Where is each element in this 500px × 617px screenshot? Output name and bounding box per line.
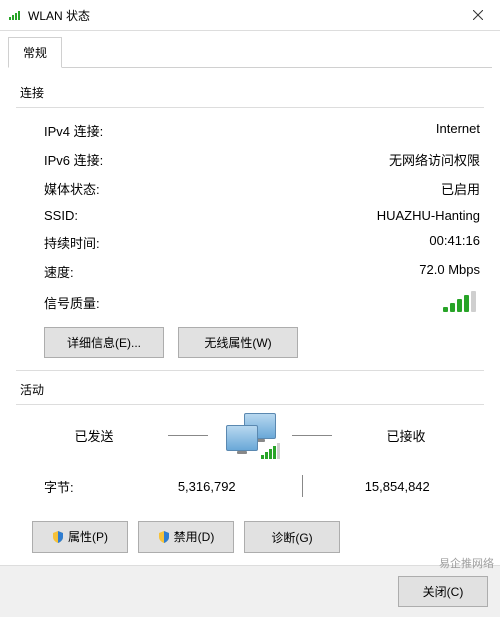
sent-label: 已发送	[34, 426, 154, 445]
signal-bars-icon	[443, 291, 476, 312]
divider	[16, 107, 484, 108]
activity-visual: 已发送 已接收	[16, 413, 484, 457]
bytes-row: 字节: 5,316,792 15,854,842	[16, 471, 484, 501]
divider	[168, 435, 208, 436]
titlebar: WLAN 状态	[0, 0, 500, 31]
speed-label: 速度:	[44, 262, 74, 281]
diagnose-button[interactable]: 诊断(G)	[244, 521, 340, 553]
shield-icon	[158, 531, 170, 546]
bytes-sent-value: 5,316,792	[124, 479, 290, 494]
disable-button-label: 禁用(D)	[174, 530, 215, 544]
wifi-icon	[8, 8, 22, 22]
dialog-footer: 关闭(C)	[0, 565, 500, 617]
tab-strip: 常规	[0, 31, 500, 68]
signal-label: 信号质量:	[44, 293, 100, 312]
ipv6-value: 无网络访问权限	[389, 150, 480, 169]
media-label: 媒体状态:	[44, 179, 100, 198]
network-computers-icon	[222, 413, 278, 457]
watermark-text: 易企推网络	[439, 555, 494, 571]
row-ssid: SSID: HUAZHU-Hanting	[16, 203, 484, 228]
row-duration: 持续时间: 00:41:16	[16, 228, 484, 257]
activity-heading: 活动	[20, 381, 484, 398]
row-ipv4: IPv4 连接: Internet	[16, 116, 484, 145]
ipv4-label: IPv4 连接:	[44, 121, 103, 140]
divider	[16, 404, 484, 405]
ipv4-value: Internet	[436, 121, 480, 140]
ssid-label: SSID:	[44, 208, 78, 223]
duration-value: 00:41:16	[429, 233, 480, 252]
bytes-received-value: 15,854,842	[315, 479, 481, 494]
details-button[interactable]: 详细信息(E)...	[44, 327, 164, 358]
disable-button[interactable]: 禁用(D)	[138, 521, 234, 553]
properties-button-label: 属性(P)	[68, 530, 108, 544]
activity-group: 活动 已发送 已接收 字节: 5,316,792 15,854,842	[16, 381, 484, 557]
divider	[302, 475, 303, 497]
connection-heading: 连接	[20, 84, 484, 101]
close-window-button[interactable]	[455, 0, 500, 30]
ssid-value: HUAZHU-Hanting	[377, 208, 480, 223]
content-area: 连接 IPv4 连接: Internet IPv6 连接: 无网络访问权限 媒体…	[0, 68, 500, 565]
close-button[interactable]: 关闭(C)	[398, 576, 488, 607]
divider	[292, 435, 332, 436]
window-title: WLAN 状态	[28, 7, 455, 24]
divider	[16, 370, 484, 371]
duration-label: 持续时间:	[44, 233, 100, 252]
row-signal: 信号质量:	[16, 286, 484, 317]
shield-icon	[52, 531, 64, 546]
speed-value: 72.0 Mbps	[419, 262, 480, 281]
activity-button-row: 属性(P) 禁用(D) 诊断(G)	[16, 501, 484, 557]
connection-button-row: 详细信息(E)... 无线属性(W)	[16, 317, 484, 362]
close-icon	[473, 10, 483, 20]
bytes-label: 字节:	[44, 477, 124, 496]
wireless-properties-button[interactable]: 无线属性(W)	[178, 327, 298, 358]
row-media: 媒体状态: 已启用	[16, 174, 484, 203]
tab-general[interactable]: 常规	[8, 37, 62, 68]
properties-button[interactable]: 属性(P)	[32, 521, 128, 553]
row-ipv6: IPv6 连接: 无网络访问权限	[16, 145, 484, 174]
received-label: 已接收	[346, 426, 466, 445]
media-value: 已启用	[441, 179, 480, 198]
wlan-status-window: WLAN 状态 常规 连接 IPv4 连接: Internet IPv6 连接:…	[0, 0, 500, 617]
ipv6-label: IPv6 连接:	[44, 150, 103, 169]
row-speed: 速度: 72.0 Mbps	[16, 257, 484, 286]
